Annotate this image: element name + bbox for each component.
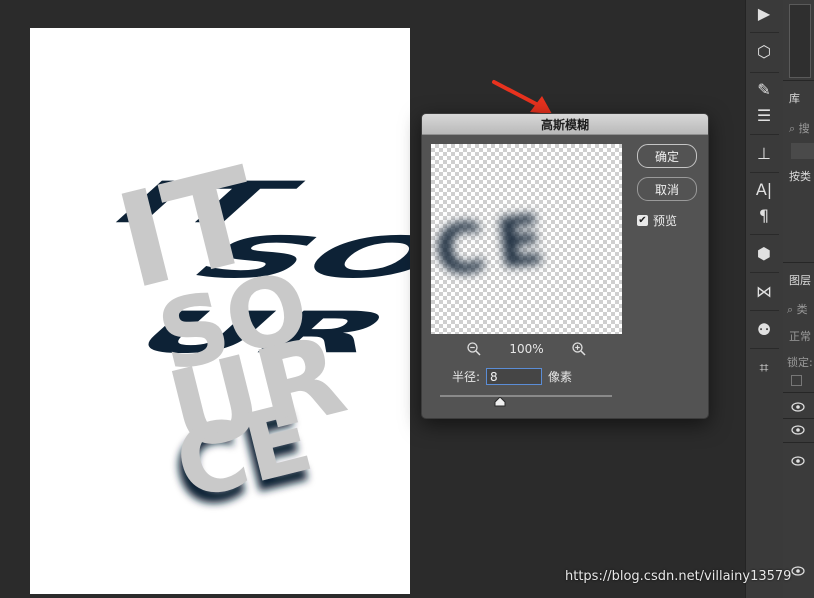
navigator-thumbnail[interactable] bbox=[789, 4, 811, 78]
tool-separator bbox=[750, 32, 779, 33]
panel-divider bbox=[783, 392, 814, 393]
zoom-controls: 100% bbox=[431, 340, 622, 358]
libraries-layers-panel: 库 ⌕ 搜 按类 图层 ⌕ 类 正常 锁定: bbox=[783, 0, 814, 598]
preview-text: CE bbox=[431, 199, 560, 293]
dialog-title: 高斯模糊 bbox=[540, 117, 589, 132]
cube-icon[interactable]: ⬢ bbox=[754, 244, 774, 264]
paragraph-icon[interactable]: ¶ bbox=[754, 206, 774, 226]
character-icon[interactable]: A| bbox=[754, 180, 774, 200]
preview-toggle[interactable]: ✔ 预览 bbox=[637, 212, 677, 229]
library-search[interactable]: ⌕ 搜 bbox=[789, 120, 810, 136]
library-dropdown[interactable] bbox=[791, 143, 814, 159]
3d-object-icon[interactable]: ⬡ bbox=[754, 42, 774, 62]
brush-icon[interactable]: ✎ bbox=[754, 80, 774, 100]
library-search-placeholder: 搜 bbox=[798, 122, 810, 135]
lock-checkbox[interactable] bbox=[791, 375, 802, 386]
search-icon: ⌕ bbox=[787, 303, 794, 316]
cancel-button[interactable]: 取消 bbox=[637, 177, 697, 201]
radius-slider-track[interactable] bbox=[440, 395, 612, 397]
blur-preview-area[interactable]: CE bbox=[431, 144, 622, 334]
ghost-icon[interactable]: ⚉ bbox=[754, 320, 774, 340]
search-icon: ⌕ bbox=[789, 122, 796, 135]
radius-input[interactable] bbox=[486, 368, 543, 385]
eye-icon[interactable] bbox=[791, 456, 805, 466]
panel-divider bbox=[783, 418, 814, 419]
layers-tab[interactable]: 图层 bbox=[789, 272, 811, 288]
panel-divider bbox=[783, 80, 814, 81]
library-tab[interactable]: 库 bbox=[789, 90, 800, 106]
radius-unit: 像素 bbox=[548, 370, 573, 384]
bowtie-icon[interactable]: ⋈ bbox=[754, 282, 774, 302]
tool-separator bbox=[750, 72, 779, 73]
sort-by-category[interactable]: 按类 bbox=[789, 168, 811, 184]
tool-separator bbox=[750, 172, 779, 173]
preview-label: 预览 bbox=[653, 214, 678, 228]
preview-checkbox[interactable]: ✔ bbox=[637, 215, 648, 226]
eye-icon[interactable] bbox=[791, 566, 805, 576]
panel-divider bbox=[783, 442, 814, 443]
adjustments-icon[interactable]: ☰ bbox=[754, 106, 774, 126]
lock-label: 锁定: bbox=[787, 356, 813, 369]
radius-label: 半径: bbox=[452, 370, 481, 384]
radius-slider-thumb[interactable] bbox=[494, 397, 506, 407]
gaussian-blur-dialog: 高斯模糊 CE 确定 取消 ✔ 预览 100% 半径: 像素 bbox=[421, 113, 709, 419]
radius-row: 半径: 像素 bbox=[452, 368, 572, 385]
document-canvas[interactable]: IT UR SO CE IT SO UR CE bbox=[30, 28, 410, 594]
crop-icon[interactable]: ⌗ bbox=[754, 358, 774, 378]
panel-divider bbox=[783, 262, 814, 263]
tools-column: ▶ ⬡ ✎ ☰ ⊥ A| ¶ ⬢ ⋈ ⚉ ⌗ bbox=[745, 0, 784, 598]
tool-separator bbox=[750, 134, 779, 135]
play-icon[interactable]: ▶ bbox=[754, 4, 774, 24]
ok-button[interactable]: 确定 bbox=[637, 144, 697, 168]
watermark-url: https://blog.csdn.net/villainy13579 bbox=[565, 569, 792, 584]
layer-filter-placeholder: 类 bbox=[796, 303, 808, 316]
tool-separator bbox=[750, 272, 779, 273]
blend-mode-select[interactable]: 正常 bbox=[789, 328, 811, 344]
dialog-titlebar[interactable]: 高斯模糊 bbox=[422, 114, 708, 135]
typography-artwork: IT UR SO CE IT SO UR CE bbox=[87, 138, 410, 533]
tool-separator bbox=[750, 234, 779, 235]
zoom-out-icon[interactable] bbox=[466, 341, 482, 357]
zoom-in-icon[interactable] bbox=[571, 341, 587, 357]
tool-separator bbox=[750, 348, 779, 349]
eye-icon[interactable] bbox=[791, 425, 805, 435]
stamp-icon[interactable]: ⊥ bbox=[754, 144, 774, 164]
zoom-level: 100% bbox=[509, 342, 544, 356]
tool-separator bbox=[750, 310, 779, 311]
layer-filter-search[interactable]: ⌕ 类 bbox=[787, 301, 808, 317]
eye-icon[interactable] bbox=[791, 402, 805, 412]
